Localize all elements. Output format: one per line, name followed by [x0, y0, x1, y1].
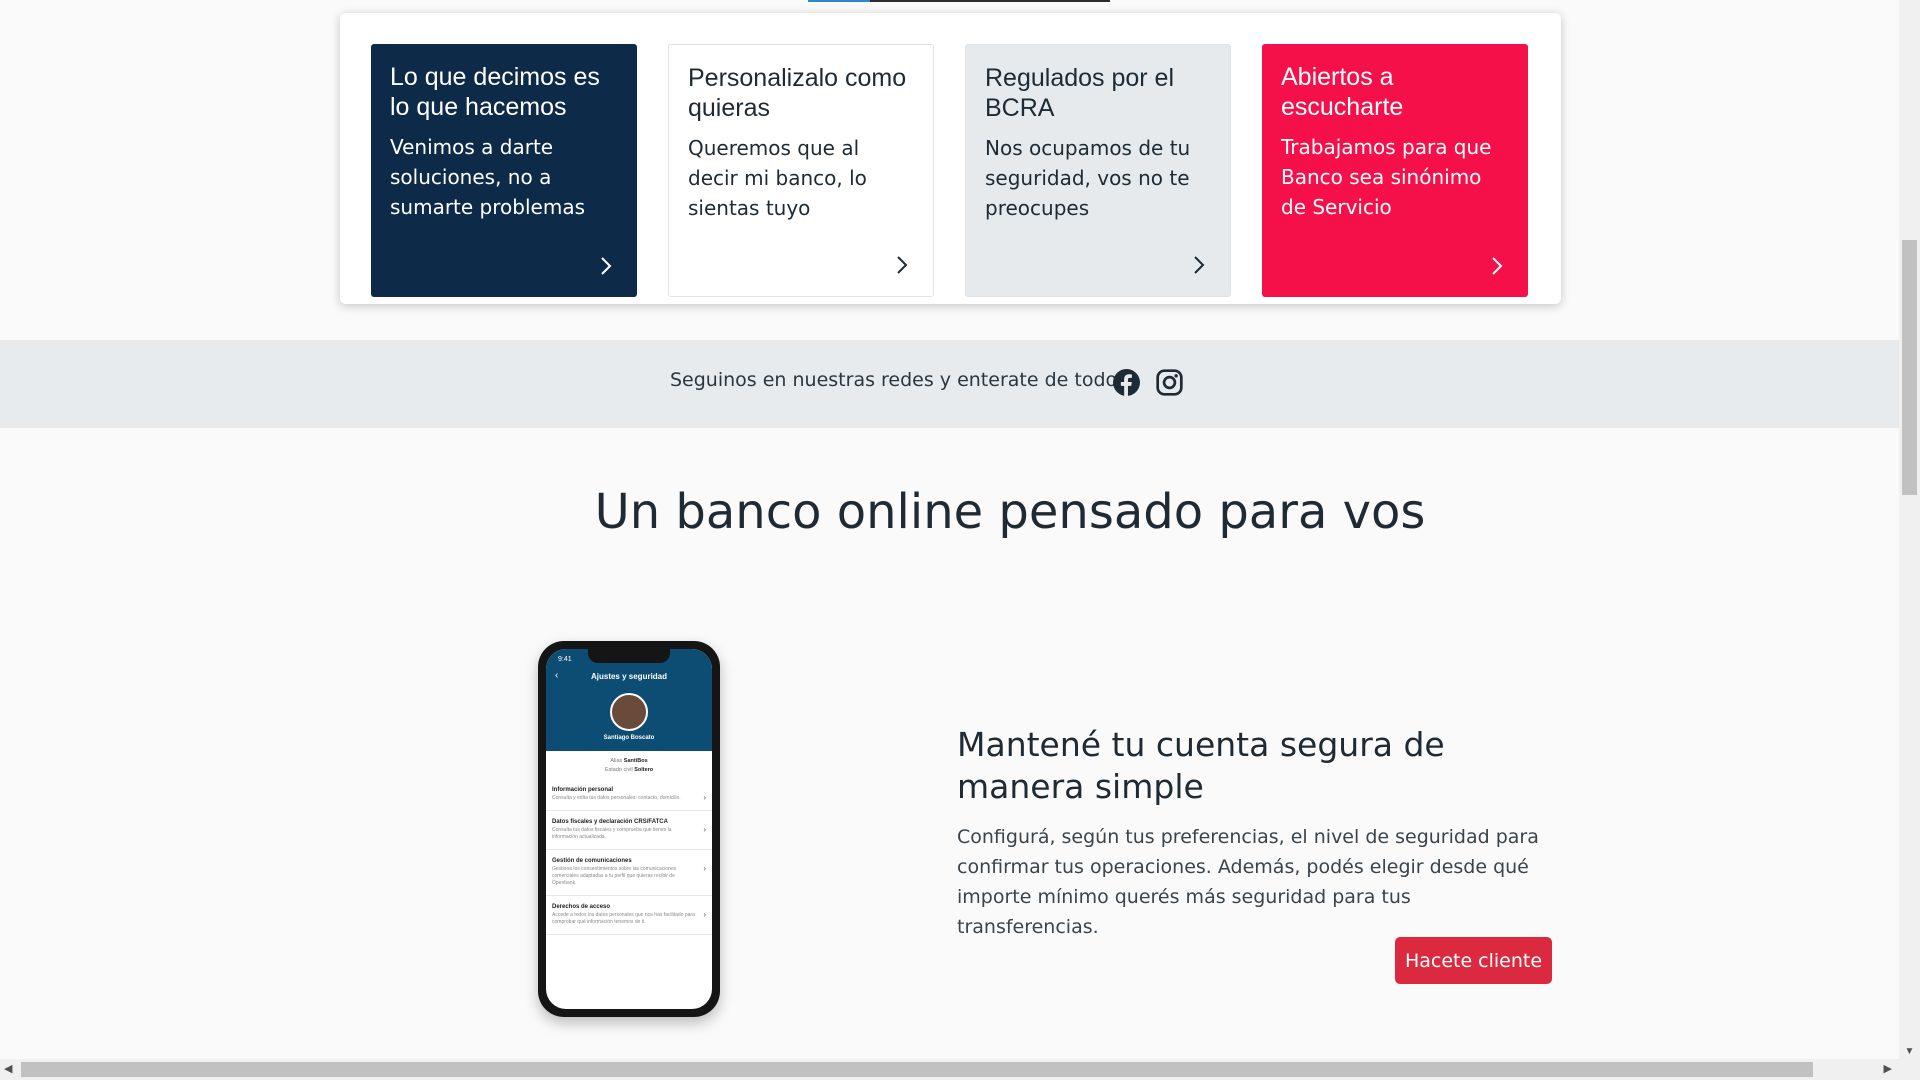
- phone-list-item: Gestión de comunicaciones Gestiona los c…: [546, 850, 712, 896]
- chevron-right-icon: ›: [703, 910, 706, 919]
- phone-item-title: Derechos de acceso: [552, 904, 611, 910]
- carousel-indicator-active: [808, 0, 870, 2]
- phone-alias-row: Alias SantiBos: [546, 758, 712, 764]
- phone-header: 9:41 ‹ Ajustes y seguridad Santiago Bosc…: [546, 649, 712, 751]
- card-lo-que-decimos[interactable]: Lo que decimos es lo que hacemos Venimos…: [371, 44, 637, 297]
- chevron-right-icon: ›: [703, 793, 706, 802]
- phone-item-desc: Accede a todos los datos personales que …: [552, 912, 695, 925]
- instagram-icon[interactable]: [1156, 369, 1183, 396]
- card-text: Nos ocupamos de tu seguridad, vos no te …: [985, 136, 1191, 220]
- phone-mockup: 9:41 ‹ Ajustes y seguridad Santiago Bosc…: [538, 641, 720, 1017]
- phone-item-title: Información personal: [552, 787, 614, 793]
- carousel-indicator[interactable]: [808, 0, 1110, 2]
- phone-notch: [588, 649, 670, 663]
- chevron-right-icon: ›: [703, 825, 706, 834]
- alias-label: Alias: [610, 758, 623, 764]
- phone-time: 9:41: [558, 656, 572, 663]
- phone-item-desc: Consulta tus datos fiscales y comprueba …: [552, 827, 672, 840]
- vertical-scrollbar-thumb[interactable]: [1902, 240, 1917, 495]
- horizontal-scrollbar-thumb[interactable]: [21, 1062, 1813, 1077]
- civil-value: Soltero: [634, 767, 654, 773]
- card-text: Trabajamos para que Banco sea sinónimo d…: [1281, 135, 1492, 219]
- card-regulados-bcra[interactable]: Regulados por el BCRA Nos ocupamos de tu…: [965, 44, 1231, 297]
- chevron-right-icon: ›: [703, 864, 706, 873]
- phone-item-desc: Consulta y edita tus datos personales: c…: [552, 795, 681, 801]
- alias-value: SantiBos: [623, 758, 648, 764]
- card-text: Queremos que al decir mi banco, lo sient…: [688, 136, 867, 220]
- facebook-icon[interactable]: [1113, 369, 1140, 396]
- card-title: Abiertos a escucharte: [1281, 63, 1404, 121]
- phone-user-name: Santiago Boscato: [603, 735, 655, 741]
- page: Lo que decimos es lo que hacemos Venimos…: [0, 0, 1899, 1059]
- chevron-right-icon[interactable]: [595, 255, 617, 277]
- phone-screen-title: Ajustes y seguridad: [590, 672, 668, 681]
- feature-title: Mantené tu cuenta segura de manera simpl…: [957, 725, 1445, 806]
- phone-civil-row: Estado civil Soltero: [546, 767, 712, 773]
- phone-item-desc: Gestiona los consentimientos sobre las c…: [552, 866, 677, 886]
- phone-list-item: Información personal Consulta y edita tu…: [546, 779, 712, 811]
- card-title: Regulados por el BCRA: [985, 64, 1175, 122]
- phone-item-title: Datos fiscales y declaración CRS/FATCA: [552, 819, 668, 825]
- chevron-right-icon[interactable]: [1486, 255, 1508, 277]
- feature-text: Configurá, según tus preferencias, el ni…: [957, 826, 1539, 938]
- scroll-down-arrow-icon[interactable]: ▼: [1899, 1046, 1920, 1057]
- phone-list-item: Derechos de acceso Accede a todos los da…: [546, 896, 712, 935]
- vertical-scrollbar[interactable]: ▼: [1899, 0, 1920, 1059]
- card-text: Venimos a darte soluciones, no a sumarte…: [390, 135, 585, 219]
- hacete-cliente-button[interactable]: Hacete cliente: [1395, 937, 1552, 984]
- phone-screen: 9:41 ‹ Ajustes y seguridad Santiago Bosc…: [546, 649, 712, 1009]
- section-headline: Un banco online pensado para vos: [594, 484, 1426, 540]
- values-cards-panel: Lo que decimos es lo que hacemos Venimos…: [340, 13, 1561, 304]
- scroll-right-arrow-icon[interactable]: ▶: [1884, 1062, 1892, 1075]
- scroll-left-arrow-icon[interactable]: ◀: [4, 1062, 12, 1075]
- card-title: Lo que decimos es lo que hacemos: [390, 63, 600, 121]
- chevron-right-icon[interactable]: [891, 254, 913, 276]
- civil-label: Estado civil: [604, 767, 633, 773]
- phone-list-item: Datos fiscales y declaración CRS/FATCA C…: [546, 811, 712, 850]
- social-band: Seguinos en nuestras redes y enterate de…: [0, 340, 1899, 428]
- phone-item-title: Gestión de comunicaciones: [552, 858, 632, 864]
- horizontal-scrollbar[interactable]: ◀ ▶: [0, 1059, 1920, 1080]
- social-text: Seguinos en nuestras redes y enterate de…: [670, 369, 1118, 391]
- card-personalizalo[interactable]: Personalizalo como quieras Queremos que …: [668, 44, 934, 297]
- chevron-right-icon[interactable]: [1188, 254, 1210, 276]
- card-title: Personalizalo como quieras: [688, 64, 907, 122]
- card-abiertos-escucharte[interactable]: Abiertos a escucharte Trabajamos para qu…: [1262, 44, 1528, 297]
- avatar: [610, 693, 648, 731]
